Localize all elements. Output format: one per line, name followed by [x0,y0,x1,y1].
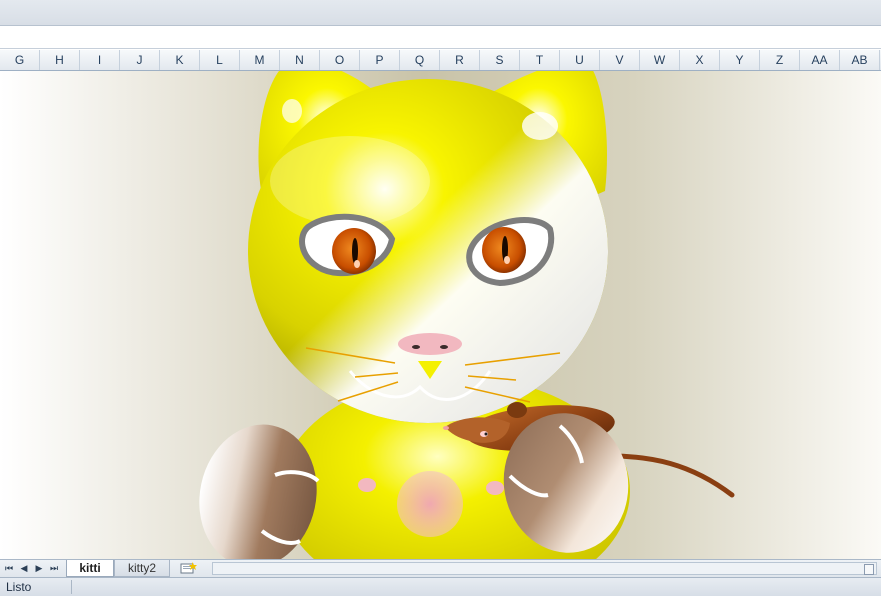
column-header-t[interactable]: T [520,50,560,70]
column-header-k[interactable]: K [160,50,200,70]
column-header-w[interactable]: W [640,50,680,70]
sheet-tab-kitty2[interactable]: kitty2 [114,560,170,577]
column-header-i[interactable]: I [80,50,120,70]
column-header-p[interactable]: P [360,50,400,70]
column-header-aa[interactable]: AA [800,50,840,70]
cat-illustration [199,71,735,559]
column-header-y[interactable]: Y [720,50,760,70]
column-header-u[interactable]: U [560,50,600,70]
column-header-n[interactable]: N [280,50,320,70]
next-sheet-button[interactable]: ▶ [32,561,46,576]
worksheet-canvas[interactable] [0,71,881,559]
column-header-z[interactable]: Z [760,50,800,70]
ribbon-strip [0,0,881,26]
column-header-row: G H I J K L M N O P Q R S T U V W X Y Z … [0,50,881,71]
column-header-q[interactable]: Q [400,50,440,70]
column-header-g[interactable]: G [0,50,40,70]
first-sheet-button[interactable]: ⏮ [2,561,16,576]
last-sheet-button[interactable]: ⏭ [47,561,61,576]
column-header-v[interactable]: V [600,50,640,70]
column-header-h[interactable]: H [40,50,80,70]
horizontal-scrollbar[interactable] [212,562,877,575]
scrollbar-thumb[interactable] [864,564,874,575]
cat-nose [398,333,462,355]
belly-dot-left [358,478,376,492]
column-header-m[interactable]: M [240,50,280,70]
status-bar: Listo [0,577,881,596]
status-text: Listo [6,580,32,594]
sheet-tab-kitti[interactable]: kitti [66,560,114,577]
column-header-s[interactable]: S [480,50,520,70]
column-header-l[interactable]: L [200,50,240,70]
status-separator [71,580,72,594]
belly-spot [397,471,463,537]
formula-bar[interactable] [0,26,881,49]
insert-sheet-icon[interactable] [176,561,200,576]
column-header-r[interactable]: R [440,50,480,70]
column-header-x[interactable]: X [680,50,720,70]
sheet-tab-bar: ⏮ ◀ ▶ ⏭ kitti kitty2 [0,559,881,578]
column-header-o[interactable]: O [320,50,360,70]
column-header-ab[interactable]: AB [840,50,880,70]
belly-dot-right [486,481,504,495]
column-header-j[interactable]: J [120,50,160,70]
prev-sheet-button[interactable]: ◀ [17,561,31,576]
